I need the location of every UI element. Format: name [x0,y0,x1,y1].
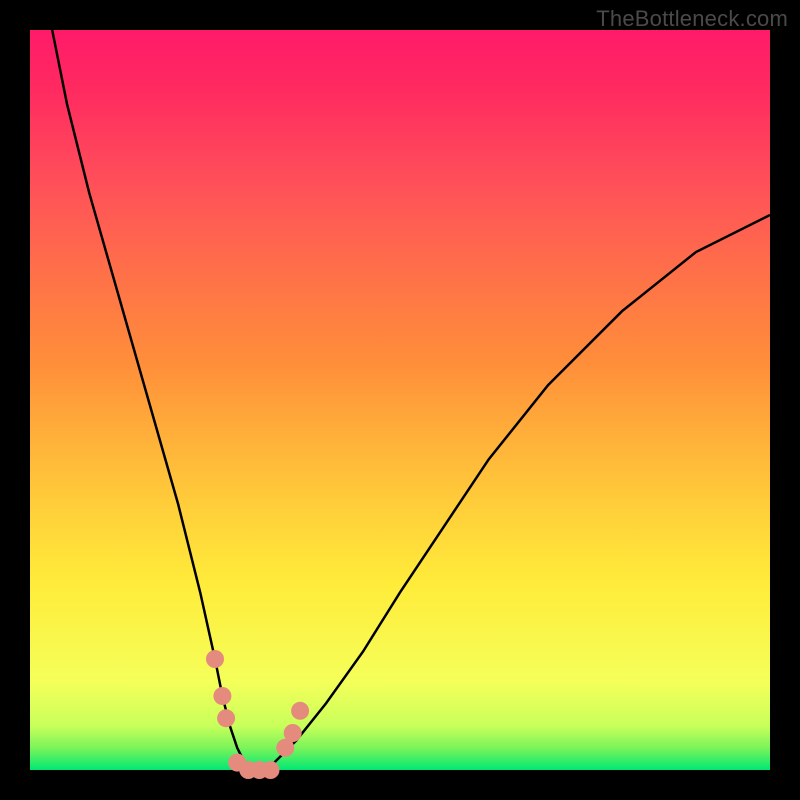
marker-group [206,650,309,779]
bottleneck-curve [52,30,770,770]
data-marker [291,702,309,720]
data-marker [206,650,224,668]
curve-svg [30,30,770,770]
data-marker [262,761,280,779]
data-marker [213,687,231,705]
watermark-text: TheBottleneck.com [596,6,788,32]
data-marker [217,709,235,727]
data-marker [284,724,302,742]
plot-area [30,30,770,770]
